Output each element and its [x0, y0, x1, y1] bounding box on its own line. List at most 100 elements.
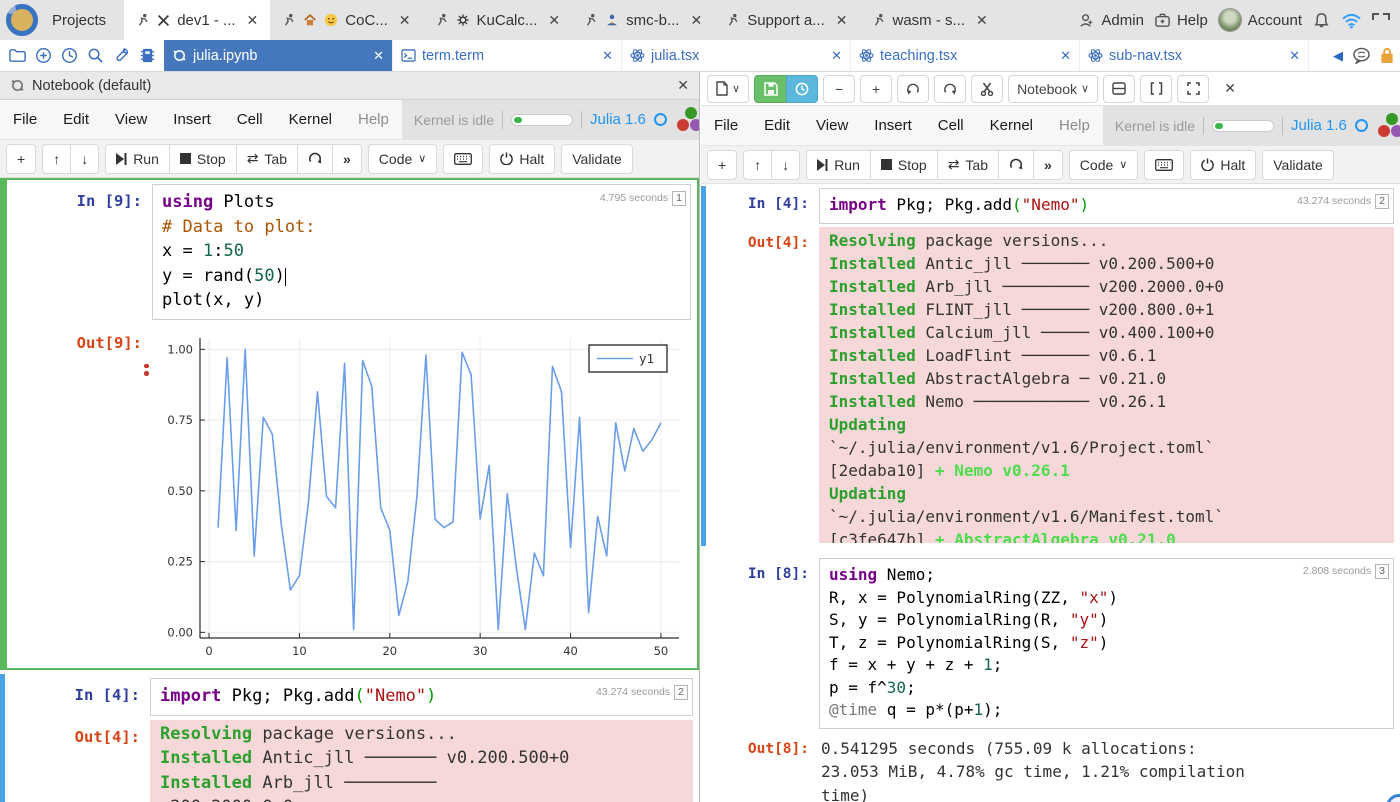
tab-complete-button[interactable]: ⇄ Tab [937, 150, 998, 180]
new-file-icon[interactable] [32, 45, 54, 67]
split-horizontal-button[interactable] [1103, 75, 1135, 103]
close-frame-icon[interactable]: ✕ [677, 77, 689, 94]
undo-button[interactable] [897, 75, 929, 103]
project-tab-coc[interactable]: CoC... ✕ [270, 0, 422, 40]
fullscreen-corners-icon[interactable] [1372, 13, 1390, 27]
zoom-out-button[interactable]: − [823, 75, 855, 103]
close-icon[interactable]: ✕ [548, 12, 560, 29]
bell-icon[interactable] [1312, 11, 1331, 30]
menu-edit[interactable]: Edit [50, 111, 102, 128]
menu-file[interactable]: File [0, 111, 50, 128]
cut-button[interactable] [971, 75, 1003, 103]
close-icon[interactable]: ✕ [602, 48, 613, 64]
run-all-below-button[interactable]: » [1033, 150, 1063, 180]
cell-type-dropdown[interactable]: Code ∨ [368, 144, 438, 174]
server-chip-icon[interactable] [136, 45, 158, 67]
close-icon[interactable]: ✕ [399, 12, 411, 29]
project-tab-smc[interactable]: smc-b... ✕ [572, 0, 714, 40]
move-cell-down-button[interactable]: ↓ [771, 150, 800, 180]
close-icon[interactable]: ✕ [831, 48, 842, 64]
wrench-icon[interactable] [110, 45, 132, 67]
menu-edit[interactable]: Edit [751, 117, 803, 134]
code-editor[interactable]: 4.795 seconds 1 using Plots# Data to plo… [152, 184, 691, 320]
validate-button[interactable]: Validate [561, 144, 633, 174]
close-frame-button[interactable]: ✕ [1214, 75, 1246, 103]
kernel-name[interactable]: Julia 1.6 [590, 111, 646, 128]
move-cell-down-button[interactable]: ↓ [70, 144, 99, 174]
history-clock-icon[interactable] [58, 45, 80, 67]
file-tab-julia-ipynb[interactable]: julia.ipynb ✕ [164, 40, 393, 71]
project-tab-kucalc[interactable]: KuCalc... ✕ [423, 0, 573, 40]
close-icon[interactable]: ✕ [836, 12, 848, 29]
close-icon[interactable]: ✕ [247, 12, 259, 29]
collapse-left-icon[interactable]: ◀ [1333, 48, 1343, 64]
keyboard-shortcuts-button[interactable] [443, 144, 483, 174]
zoom-in-button[interactable]: + [860, 75, 892, 103]
menu-view[interactable]: View [803, 117, 861, 134]
menu-kernel[interactable]: Kernel [276, 111, 345, 128]
cell-in4-right[interactable]: In [4]: 43.274 seconds 2 import Pkg; Pkg… [701, 186, 1400, 546]
validate-button[interactable]: Validate [1262, 150, 1334, 180]
project-tab-support[interactable]: Support a... ✕ [714, 0, 859, 40]
cell-in4-left[interactable]: In [4]: 43.274 seconds 2 import Pkg; Pkg… [0, 674, 699, 802]
code-editor[interactable]: 43.274 seconds 2 import Pkg; Pkg.add("Ne… [819, 188, 1394, 224]
code-editor[interactable]: 2.808 seconds 3 using Nemo;R, x = Polyno… [819, 558, 1394, 729]
cocalc-logo-icon[interactable] [6, 4, 38, 36]
menu-file[interactable]: File [701, 117, 751, 134]
split-vertical-button[interactable] [1140, 75, 1172, 103]
cell-type-dropdown[interactable]: Code ∨ [1069, 150, 1139, 180]
cell-in8[interactable]: In [8]: 2.808 seconds 3 using Nemo;R, x … [701, 556, 1400, 802]
menu-view[interactable]: View [102, 111, 160, 128]
restart-kernel-button[interactable] [297, 144, 332, 174]
close-icon[interactable]: ✕ [1289, 48, 1300, 64]
file-tab-sub-nav-tsx[interactable]: sub-nav.tsx ✕ [1080, 40, 1309, 71]
search-icon[interactable] [84, 45, 106, 67]
save-button[interactable] [754, 75, 786, 103]
admin-link[interactable]: Admin [1078, 12, 1144, 29]
file-menu-button[interactable]: ∨ [707, 75, 749, 103]
cell-in9[interactable]: In [9]: 4.795 seconds 1 using Plots# Dat… [0, 178, 699, 670]
time-travel-button[interactable] [786, 75, 818, 103]
file-tab-term[interactable]: term.term ✕ [393, 40, 622, 71]
redo-button[interactable] [934, 75, 966, 103]
chat-icon[interactable] [1352, 47, 1371, 64]
move-cell-up-button[interactable]: ↑ [42, 144, 70, 174]
output-marker-dots-icon [144, 364, 149, 379]
close-icon[interactable]: ✕ [1060, 48, 1071, 64]
menu-insert[interactable]: Insert [861, 117, 925, 134]
run-all-below-button[interactable]: » [332, 144, 362, 174]
run-button[interactable]: Run [806, 150, 870, 180]
projects-link[interactable]: Projects [52, 12, 106, 29]
menu-cell[interactable]: Cell [224, 111, 276, 128]
project-tab-dev1[interactable]: dev1 - ... ✕ [124, 0, 270, 40]
code-editor[interactable]: 43.274 seconds 2 import Pkg; Pkg.add("Ne… [150, 678, 693, 716]
frame-type-dropdown[interactable]: Notebook ∨ [1008, 75, 1098, 103]
help-link[interactable]: Help [1154, 12, 1208, 29]
menu-help[interactable]: Help [345, 111, 402, 128]
close-icon[interactable]: ✕ [373, 48, 384, 64]
insert-cell-button[interactable]: + [707, 150, 737, 180]
account-link[interactable]: Account [1218, 8, 1302, 32]
tab-complete-button[interactable]: ⇄ Tab [236, 144, 297, 174]
keyboard-shortcuts-button[interactable] [1144, 150, 1184, 180]
kernel-name[interactable]: Julia 1.6 [1291, 117, 1347, 134]
close-icon[interactable]: ✕ [690, 12, 702, 29]
stop-button[interactable]: Stop [870, 150, 937, 180]
move-cell-up-button[interactable]: ↑ [743, 150, 771, 180]
menu-help[interactable]: Help [1046, 117, 1103, 134]
project-tab-wasm[interactable]: wasm - s... ✕ [860, 0, 1000, 40]
halt-button[interactable]: Halt [1190, 150, 1256, 180]
insert-cell-button[interactable]: + [6, 144, 36, 174]
menu-insert[interactable]: Insert [160, 111, 224, 128]
menu-cell[interactable]: Cell [925, 117, 977, 134]
menu-kernel[interactable]: Kernel [977, 117, 1046, 134]
fullscreen-button[interactable] [1177, 75, 1209, 103]
file-tab-teaching-tsx[interactable]: teaching.tsx ✕ [851, 40, 1080, 71]
files-folder-icon[interactable] [6, 45, 28, 67]
halt-button[interactable]: Halt [489, 144, 555, 174]
file-tab-julia-tsx[interactable]: julia.tsx ✕ [622, 40, 851, 71]
close-icon[interactable]: ✕ [976, 12, 988, 29]
restart-kernel-button[interactable] [998, 150, 1033, 180]
run-button[interactable]: Run [105, 144, 169, 174]
stop-button[interactable]: Stop [169, 144, 236, 174]
